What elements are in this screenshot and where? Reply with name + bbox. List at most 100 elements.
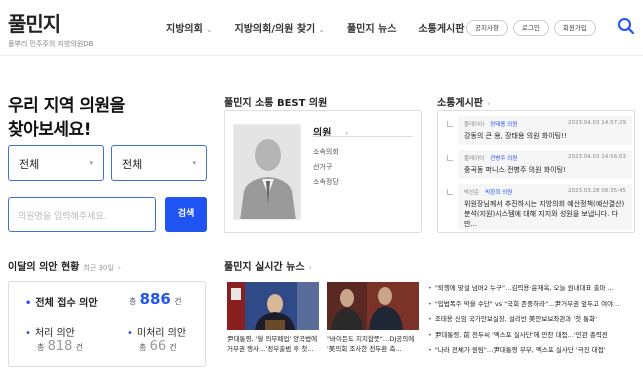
processed-label-text: 처리 의안 [34,328,75,339]
post-time: 2023.03.28 08:35:45 [568,188,626,194]
total-bills-label: • 전체 접수 의안 [25,294,98,309]
chevron-down-icon: ⌄ [205,25,213,34]
region-select-value: 전체 [19,158,40,171]
unprocessed-value: 66 [149,339,167,354]
chevron-right-icon: › [308,263,312,272]
unprocessed-bills-label: • 미처리 의안 [127,324,186,339]
caret-down-icon: ▾ [89,159,93,167]
chevron-right-icon: › [344,129,349,139]
member-council-label: 소속의회 [313,148,339,156]
news-headline-text: "입법폭주 막을 수단" vs "국회 존중하라"…尹거부권 앞두고 여야... [434,299,620,308]
avatar [233,124,301,220]
nav-item-news[interactable]: 풀민지 뉴스 [347,20,396,35]
total-unit: 건 [174,297,182,306]
nav-label: 지방의회 [166,24,203,35]
news-headline[interactable]: • "입법폭주 막을 수단" vs "국회 존중하라"…尹거부권 앞두고 여야..… [428,298,640,314]
post-text: 강동의 큰 용, 장태용 의원 화이팅!! [464,132,567,140]
news-headline[interactable]: • 조태용 신임 국가안보실장, 설리반 美안보보좌관과 '첫 통화' [428,313,640,329]
board-post[interactable]: 플레이어 장태용 의원 2023.04.03 14:57:29 강동의 큰 용, 장… [458,116,632,145]
board-list: 플레이어 장태용 의원 2023.04.03 14:57:29 강동의 큰 용, 장… [437,110,635,233]
processed-prefix: 총 [37,343,45,352]
chevron-right-icon: › [117,263,122,272]
bullet-icon: • [25,328,31,339]
news-headline-list: • "퇴행에 맞설 넘버2 누구"…김력용·윤재옥, 오늘 원내대표 출마 ...… [428,282,640,360]
login-button[interactable]: 로그인 [512,20,549,36]
divider [313,136,413,137]
news-section-title[interactable]: 풀민지 실시간 뉴스 › [224,258,312,273]
processed-unit: 건 [75,343,83,352]
board-title: 소통게시판 [437,98,483,109]
news-headline[interactable]: • "나라 전체가 원팀"…尹대통령 부부, 엑스포 실사단 '극진 대접' [428,344,640,360]
search-button[interactable]: 검색 [165,197,207,232]
total-value: 886 [139,290,171,308]
news-headline-text: "퇴행에 맞설 넘버2 누구"…김력용·윤재옥, 오늘 원내대표 출마 ... [434,284,614,292]
unprocessed-label-text: 미처리 의안 [136,328,187,339]
post-author: 박선준 [464,190,480,196]
news-photo-1 [227,282,319,330]
site-header: 풀민지 풀뿌리 민주주의 지방의원DB 지방의회 ⌄ 지방의회/의원 찾기 ⌄ 풀민… [0,0,643,56]
bullet-icon: • [428,284,432,292]
news-photo-2 [327,282,419,330]
nav-item-local-council[interactable]: 지방의회 ⌄ [166,20,213,35]
post-time: 2023.04.03 14:56:03 [568,154,626,160]
news-thumbnail[interactable] [227,282,319,330]
post-text: 위원장님께서 추진하시는 지방의회 예산정책(예산결산) 분석(지원)시스템에 … [464,200,625,228]
reply-icon [447,189,453,195]
news-caption[interactable]: "바이든도 지지합뜻"…DJ공의에 '美의회 조사한 전두환 측... [327,334,421,354]
news-thumbnail[interactable] [327,282,419,330]
reply-icon [447,155,453,161]
logo-subtitle: 풀뿌리 민주주의 지방의원DB [8,40,94,48]
search-icon[interactable] [617,17,635,35]
nav-label: 지방의회/의원 찾기 [234,24,316,35]
post-text: 중곡동 퍼니스 전병주 의원 화이팅! [464,166,566,174]
news-caption[interactable]: 尹대통령, '혈 의무폐업' 양곡법에 거부권 행사…'정부출범 후 첫... [227,334,321,354]
member-search-input[interactable]: 의원명을 입력해주세요. [8,197,156,232]
total-prefix: 총 [129,297,137,306]
unprocessed-prefix: 총 [139,343,147,352]
bullet-icon: • [428,299,432,308]
news-headline-text: 조태용 신임 국가안보실장, 설리반 美안보보좌관과 '첫 통화' [434,315,597,323]
chevron-down-icon: ⌄ [318,25,325,34]
nav-item-board[interactable]: 소통게시판 [418,20,464,35]
council-select-value: 전체 [122,158,143,171]
bill-status-box: • 전체 접수 의안 총 886 건 • 처리 의안 총 818 건 • 미처리 의안… [8,281,206,367]
bullet-icon: • [428,330,432,339]
board-post[interactable]: 플레이어 전병주 의원 2023.04.03 14:56:03 중곡동 퍼니스 전병… [458,150,632,179]
post-author: 플레이어 [464,156,485,162]
notice-button[interactable]: 공지사항 [466,20,508,36]
post-meta: 플레이어 장태용 의원 2023.04.03 14:57:29 [464,120,626,128]
news-headline-text: 尹대통령, 前 전두씨 '엑스포 실사단'에 만찬 대접…'민관 총력전 [434,330,608,339]
processed-value: 818 [47,339,73,354]
hero-title-line1: 우리 지역 의원을 [8,96,125,116]
news-title: 풀민지 실시간 뉴스 [224,262,305,273]
processed-bills-label: • 처리 의안 [25,324,75,339]
unprocessed-unit: 건 [169,343,177,352]
news-headline[interactable]: • "퇴행에 맞설 넘버2 누구"…김력용·윤재옥, 오늘 원내대표 출마 ... [428,282,640,298]
signup-button[interactable]: 회원가입 [553,20,596,36]
utility-links: 공지사항 로그인 회원가입 [466,20,596,36]
processed-bills-count: 총 818 건 [37,339,83,354]
main-nav: 지방의회 ⌄ 지방의회/의원 찾기 ⌄ 풀민지 뉴스 소통게시판 [166,20,486,35]
board-post[interactable]: 박선준 박환희 의원 2023.03.28 08:35:45 위원장님께서 추진하시… [458,184,632,230]
best-section-title: 풀민지 소통 BEST 의원 [224,98,328,109]
chevron-right-icon: › [487,99,491,108]
total-label-text: 전체 접수 의안 [35,298,98,309]
news-headline[interactable]: • 尹대통령, 前 전두씨 '엑스포 실사단'에 만찬 대접…'민관 총력전 [428,329,640,345]
post-meta: 플레이어 전병주 의원 2023.04.03 14:56:03 [464,154,626,162]
board-section-title[interactable]: 소통게시판 › [437,94,490,109]
best-member-card[interactable]: 의원 › 소속의회 선거구 소속정당 [224,110,422,233]
post-member: 장태용 의원 [490,122,518,128]
nav-item-find-council[interactable]: 지방의회/의원 찾기 ⌄ [235,20,325,35]
member-name-text: 의원 [313,128,332,139]
post-member: 박환희 의원 [485,190,513,196]
site-logo[interactable]: 풀민지 풀뿌리 민주주의 지방의원DB [8,8,93,49]
region-select[interactable]: 전체 ▾ [8,145,104,181]
post-member: 전병주 의원 [490,156,518,162]
bills-period: 최근 30일 [83,264,114,272]
post-author: 플레이어 [464,122,485,128]
caret-down-icon: ▾ [192,159,196,167]
council-select[interactable]: 전체 ▾ [111,145,207,181]
unprocessed-bills-count: 총 66 건 [139,339,177,354]
hero-title-line2: 찾아보세요! [8,120,91,140]
bills-section-title[interactable]: 이달의 의안 현황 최근 30일 › [8,258,121,273]
